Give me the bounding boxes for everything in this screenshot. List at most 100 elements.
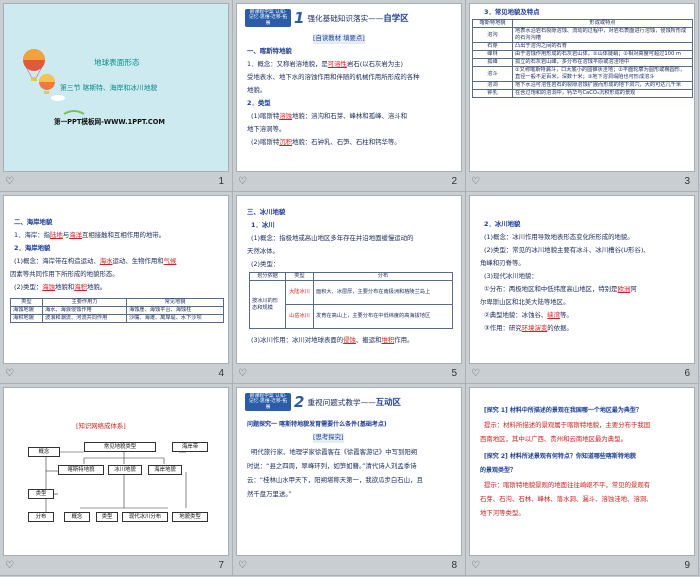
line: (2)喀斯特沉积地貌：石钟乳、石笋、石柱和钙华等。 <box>251 138 401 146</box>
section-banner: 新课程学案 认知·记忆·思维·迁移·拓展 2 重视问题式教学——互动区 <box>245 393 401 411</box>
slide-options-icon[interactable]: ♡ <box>5 368 14 379</box>
cover-title: 地球表面形态 <box>94 58 140 67</box>
slide-options-icon[interactable]: ♡ <box>5 176 14 187</box>
table-cell: 按冰川的形态和规模 <box>249 280 286 329</box>
slide-9[interactable]: [探究 1] 材料中所描述的景观在我国哪一个地区最为典型？ 提示：材料所描述的景… <box>469 387 695 556</box>
concept-box: 类型 <box>28 489 54 499</box>
banner-text: 强化基础知识落实—— <box>307 14 384 23</box>
karst-table: 喀斯特地貌 形成或特点 溶沟 地表水沿岩石裂隙溶蚀、流动的过程中，对岩石表面进行溶蚀，… <box>472 19 693 98</box>
concept-box: 概念 <box>28 447 60 457</box>
answer: 提示：材料所描述的景观属于喀斯特地貌，主要分布于我国 <box>484 421 651 429</box>
line: 云：“桂林山水甲天下，阳朔堪称天第一，我欲瓜步白石山，且 <box>247 476 423 484</box>
concept-box: 常见地貌类型 <box>84 442 156 452</box>
brand-badge: 新课程学案 认知·记忆·思维·迁移·拓展 <box>245 9 291 27</box>
question: 的景观类型？ <box>480 467 517 474</box>
slide-thumb-5[interactable]: 三、冰川地貌 1．冰川 (1)概念：指极地或高山地区多年存在并沿地面缓慢运动的 … <box>233 192 466 384</box>
line: 受地表水、地下水的溶蚀作用和伴随的机械作用所形成的各种 <box>247 73 420 81</box>
table-cell: 海水、海浪侵蚀作用 <box>41 306 128 315</box>
concept-box: 喀斯特地貌 <box>58 465 104 475</box>
slide-options-icon[interactable]: ♡ <box>238 560 247 571</box>
slide-thumb-2[interactable]: 新课程学案 认知·记忆·思维·迁移·拓展 1 强化基础知识落实——自学区 [自读… <box>233 0 466 192</box>
line: (3)现代冰川地貌： <box>484 272 538 280</box>
table-cell: 类型 <box>285 272 314 281</box>
slide-number: 3 <box>684 176 690 187</box>
slide-thumb-9[interactable]: [探究 1] 材料中所描述的景观在我国哪一个地区最为典型？ 提示：材料所描述的景… <box>466 384 699 576</box>
table-row: 钟乳 在含过饱和的溶洞中，钙华与CaCO₃沉积形成的景观 <box>472 89 693 98</box>
line: (2)类型： <box>251 260 280 268</box>
concept-box: 海岸地貌 <box>148 465 182 475</box>
table-row: 海积地貌 波浪和潮流、河流共同作用 沙嘴、海滩、离岸堤、水下沙坝 <box>10 314 224 323</box>
cover-footer: 第一PPT模板网-WWW.1PPT.COM <box>54 118 165 126</box>
table-cell: 峰林 <box>472 50 513 59</box>
heading-1: 1．冰川 <box>251 221 275 229</box>
heading-2: 2．类型 <box>247 99 271 107</box>
line: (2)类型：海蚀地貌和海积地貌。 <box>14 283 107 291</box>
table-cell: 溶沟 <box>472 27 513 43</box>
slide-thumb-1[interactable]: 地球表面形态 第三节 喀斯特、海岸和冰川地貌 第一PPT模板网-WWW.1PPT… <box>0 0 233 192</box>
answer: 西南地区，其中以广西、贵州和云南地区最为典型。 <box>480 435 627 443</box>
slide-options-icon[interactable]: ♡ <box>471 368 480 379</box>
line: (1)喀斯特溶蚀地貌：溶沟和石芽、峰林和孤峰、溶斗和 <box>251 112 408 120</box>
table-cell: 海蚀地貌 <box>10 306 43 315</box>
heading: 二、海岸地貌 <box>14 218 53 226</box>
slide-number: 5 <box>451 368 457 379</box>
slide-thumb-7[interactable]: [知识网络成体系] 概念 常见地貌类型 海岸带 类型 喀斯特地貌 冰川地貌 海岸… <box>0 384 233 576</box>
slide-options-icon[interactable]: ♡ <box>471 560 480 571</box>
slide-number: 4 <box>218 368 224 379</box>
question: [探究 1] 材料中所描述的景观在我国哪一个地区最为典型？ <box>484 407 642 414</box>
slide-thumb-3[interactable]: 3．常见地貌及特点 喀斯特地貌 形成或特点 溶沟 地表水沿岩石裂隙溶蚀、流动的过程中，… <box>466 0 699 192</box>
slide-footer-8: ♡ 8 <box>233 559 465 575</box>
slide-2[interactable]: 新课程学案 认知·记忆·思维·迁移·拓展 1 强化基础知识落实——自学区 [自读… <box>236 3 462 172</box>
banner-number: 1 <box>294 9 305 27</box>
table-cell: 地表水沿岩石裂隙溶蚀、流动的过程中，对岩石表面进行溶蚀，侵蚀所形成的石沟沟槽 <box>512 27 693 43</box>
line: 天然冰体。 <box>247 247 279 255</box>
table-cell: 面积大、冰层厚，主要分布在南极洲和格陵兰岛上 <box>313 280 453 305</box>
table-cell: 沙嘴、海滩、离岸堤、水下沙坝 <box>126 314 224 323</box>
slide-4[interactable]: 二、海岸地貌 1．海岸：指陆地与海洋互相接触和互相作用的地带。 2．海岸地貌 (… <box>3 195 229 364</box>
concept-box: 概念 <box>64 512 90 522</box>
table-cell: 划分依据 <box>249 272 286 281</box>
table-cell: 海蚀崖、海蚀平台、海蚀柱 <box>126 306 224 315</box>
slide-3[interactable]: 3．常见地貌及特点 喀斯特地貌 形成或特点 溶沟 地表水沿岩石裂隙溶蚀、流动的过程中，… <box>469 3 695 172</box>
slide-footer-9: ♡ 9 <box>466 559 698 575</box>
line: ②典型地貌：冰蚀谷、峡湾等。 <box>484 311 573 319</box>
slide-footer-2: ♡ 2 <box>233 175 465 191</box>
line: 然千盘万里送。” <box>247 490 292 498</box>
line: ③作用：研究环境演变的依据。 <box>484 324 573 332</box>
slide-thumb-4[interactable]: 二、海岸地貌 1．海岸：指陆地与海洋互相接触和互相作用的地带。 2．海岸地貌 (… <box>0 192 233 384</box>
slide-options-icon[interactable]: ♡ <box>471 176 480 187</box>
heading-1: 一、喀斯特地貌 <box>247 47 292 55</box>
slide-options-icon[interactable]: ♡ <box>5 560 14 571</box>
slide-number: 9 <box>684 560 690 571</box>
slide-number: 6 <box>684 368 690 379</box>
slide-6[interactable]: 2．冰川地貌 (1)概念：冰川作用导致地表形态变化所形成的地貌。 (2)类型：常… <box>469 195 695 364</box>
cover-subtitle: 第三节 喀斯特、海岸和冰川地貌 <box>60 84 158 92</box>
question: [探究 2] 材料所述景观有何特点？你知道哪些喀斯特地貌 <box>484 453 636 460</box>
table-cell: 溶洞 <box>472 81 513 90</box>
answer: 地下河等类型。 <box>480 509 525 517</box>
slide-number: 2 <box>451 176 457 187</box>
slide-8[interactable]: 新课程学案 认知·记忆·思维·迁移·拓展 2 重视问题式教学——互动区 问题探究… <box>236 387 462 556</box>
slide-options-icon[interactable]: ♡ <box>238 368 247 379</box>
line: 1．海岸：指陆地与海洋互相接触和互相作用的地带。 <box>14 231 166 239</box>
concept-box: 冰川地貌 <box>108 465 142 475</box>
table-cell: 孤立的石灰岩山峰，多分布在溶蚀平原或溶洼地中 <box>512 58 693 67</box>
slide-thumb-8[interactable]: 新课程学案 认知·记忆·思维·迁移·拓展 2 重视问题式教学——互动区 问题探究… <box>233 384 466 576</box>
banner-strong: 自学区 <box>383 13 409 23</box>
concept-box: 海岸带 <box>172 442 208 452</box>
heading: 三、冰川地貌 <box>247 208 286 216</box>
table-row: 孤峰 孤立的石灰岩山峰，多分布在溶蚀平原或溶洼地中 <box>472 58 693 67</box>
coast-table: 类型 主要作用力 常见地貌 海蚀地貌 海水、海浪侵蚀作用 海蚀崖、海蚀平台、海蚀柱 海积地貌… <box>10 298 224 323</box>
slide-footer-4: ♡ 4 <box>0 367 232 383</box>
slide-options-icon[interactable]: ♡ <box>238 176 247 187</box>
slide-5[interactable]: 三、冰川地貌 1．冰川 (1)概念：指极地或高山地区多年存在并沿地面缓慢运动的 … <box>236 195 462 364</box>
slide-7[interactable]: [知识网络成体系] 概念 常见地貌类型 海岸带 类型 喀斯特地貌 冰川地貌 海岸… <box>3 387 229 556</box>
tag: [思考探究] <box>313 433 344 443</box>
table-row: 峰林 由于溶蚀作用形成的石灰岩山体，①山体陡峭；②相对高度可超过100 m <box>472 50 693 59</box>
table-cell: 孤峰 <box>472 58 513 67</box>
slide-thumb-6[interactable]: 2．冰川地貌 (1)概念：冰川作用导致地表形态变化所形成的地貌。 (2)类型：常… <box>466 192 699 384</box>
table-row: 石芽 凸出于溶沟之间的石脊 <box>472 42 693 51</box>
slide-1[interactable]: 地球表面形态 第三节 喀斯特、海岸和冰川地貌 第一PPT模板网-WWW.1PPT… <box>3 3 229 172</box>
banner-text: 重视问题式教学—— <box>307 398 376 407</box>
line: (1)概念：冰川作用导致地表形态变化所形成的地貌。 <box>484 233 634 241</box>
